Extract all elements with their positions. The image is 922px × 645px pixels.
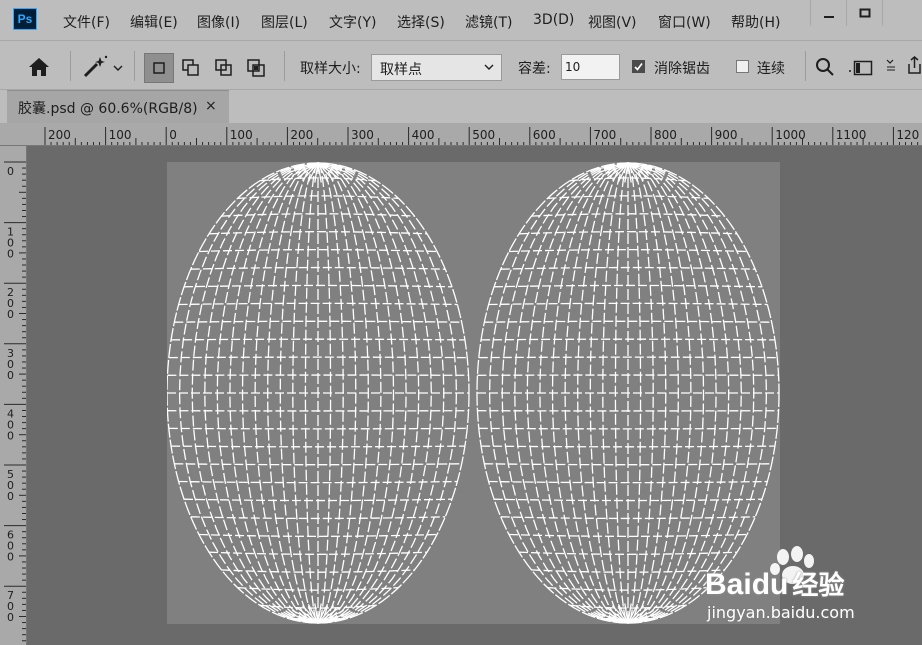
watermark-du: du (751, 568, 789, 601)
ruler-label: 900 (715, 128, 738, 142)
tolerance-label: 容差: (518, 61, 551, 77)
document-tab[interactable]: 胶囊.psd @ 60.6%(RGB/8) × (7, 90, 229, 123)
ruler-label: 120 (896, 128, 919, 142)
ruler-label: 1100 (836, 128, 867, 142)
intersect-selection-icon (247, 59, 265, 77)
ruler-ticks: 200 100 0 100 200 300 400 500 600 700 800 900 1000 11… (44, 127, 919, 145)
home-button[interactable] (27, 56, 51, 82)
document-canvas[interactable] (167, 162, 780, 624)
menu-type[interactable]: 文字(Y) (329, 12, 376, 32)
workspace-dropdown[interactable] (885, 55, 897, 79)
menu-help[interactable]: 帮助(H) (731, 12, 780, 32)
watermark-url: jingyan.baidu.com (707, 603, 855, 622)
options-bar: 取样大小: 取样点 容差: 10 消除锯齿 连续 (0, 40, 922, 90)
ruler-label: 600 (533, 128, 556, 142)
separator (70, 51, 71, 81)
separator (134, 51, 135, 81)
subtract-from-selection-button[interactable] (209, 53, 239, 83)
search-button[interactable] (815, 57, 835, 81)
uv-mesh-artwork (167, 162, 780, 624)
workspace-icon (849, 60, 873, 76)
horizontal-ruler[interactable]: 200 100 0 100 200 300 400 500 600 700 800 900 1000 11… (0, 123, 922, 146)
tab-close-icon[interactable]: × (205, 98, 217, 114)
baidu-jingyan-watermark: Baidu 经验 jingyan.baidu.com (705, 545, 905, 635)
document-tab-bar: 胶囊.psd @ 60.6%(RGB/8) × (0, 90, 922, 123)
magic-wand-icon (83, 55, 123, 78)
sample-size-select[interactable]: 取样点 (371, 54, 502, 81)
home-icon (29, 58, 49, 76)
ruler-label: 700 (593, 128, 616, 142)
ruler-label: 0 (7, 248, 14, 261)
subtract-selection-icon (215, 59, 232, 76)
sample-size-value: 取样点 (380, 62, 422, 78)
ruler-label: 500 (472, 128, 495, 142)
separator (805, 51, 806, 81)
add-to-selection-button[interactable] (176, 53, 206, 83)
sample-size-label: 取样大小: (300, 61, 361, 77)
ruler-label: 200 (290, 128, 313, 142)
close-button[interactable] (882, 0, 922, 26)
tool-preset-picker[interactable] (82, 54, 126, 84)
ruler-label: 400 (412, 128, 435, 142)
separator (284, 51, 285, 81)
add-selection-icon (182, 59, 199, 76)
ruler-label: 0 (7, 369, 14, 382)
ruler-label: 0 (7, 611, 14, 624)
ruler-ticks: 0100200300400500600700 (4, 161, 26, 642)
share-icon (908, 56, 921, 74)
menu-bar: Ps 文件(F) 编辑(E) 图像(I) 图层(L) 文字(Y) 选择(S) 滤… (0, 0, 922, 40)
watermark-jingyan: 经验 (792, 570, 845, 600)
checkmark-icon (634, 62, 643, 71)
watermark-bai: Bai (705, 568, 752, 601)
ruler-label: 0 (7, 165, 14, 178)
menu-edit[interactable]: 编辑(E) (130, 12, 178, 32)
ruler-label: 300 (351, 128, 374, 142)
tolerance-input[interactable]: 10 (561, 54, 620, 80)
menu-image[interactable]: 图像(I) (197, 12, 240, 32)
workspace-button[interactable] (848, 59, 874, 81)
menu-filter[interactable]: 滤镜(T) (465, 12, 512, 32)
chevron-down-icon (484, 64, 494, 70)
ruler-label: 100 (109, 128, 132, 142)
ruler-label: 0 (7, 308, 14, 321)
contiguous-label: 连续 (757, 61, 785, 77)
menu-layer[interactable]: 图层(L) (261, 12, 308, 32)
vertical-ruler[interactable]: 0100200300400500600700 (0, 146, 27, 645)
ruler-label: 800 (654, 128, 677, 142)
ruler-label: 0 (7, 490, 14, 503)
chevron-down-icon (886, 59, 895, 71)
ruler-label: 0 (169, 128, 177, 142)
watermark-brand: Baidu 经验 (705, 565, 844, 602)
minimize-button[interactable] (810, 0, 846, 26)
ruler-label: 200 (48, 128, 71, 142)
document-tab-title: 胶囊.psd @ 60.6%(RGB/8) (18, 101, 198, 117)
new-selection-icon (153, 62, 165, 74)
uv-shell-left (167, 162, 470, 624)
menu-file[interactable]: 文件(F) (63, 12, 110, 32)
ruler-label: 1000 (775, 128, 806, 142)
contiguous-checkbox[interactable] (736, 60, 749, 73)
ruler-label: 0 (7, 429, 14, 442)
new-selection-button[interactable] (144, 53, 174, 83)
restore-icon (859, 8, 870, 18)
photoshop-logo: Ps (13, 8, 37, 30)
menu-view[interactable]: 视图(V) (588, 12, 637, 32)
intersect-selection-button[interactable] (241, 53, 271, 83)
ruler-label: 0 (7, 551, 14, 564)
minimize-icon (823, 16, 834, 18)
menu-select[interactable]: 选择(S) (397, 12, 445, 32)
menu-3d[interactable]: 3D(D) (533, 12, 574, 28)
antialias-label: 消除锯齿 (654, 61, 710, 77)
search-icon (816, 58, 834, 76)
share-button[interactable] (906, 55, 922, 79)
ruler-label: 100 (230, 128, 253, 142)
menu-window[interactable]: 窗口(W) (658, 12, 711, 32)
restore-button[interactable] (846, 0, 882, 26)
antialias-checkbox[interactable] (632, 60, 645, 73)
